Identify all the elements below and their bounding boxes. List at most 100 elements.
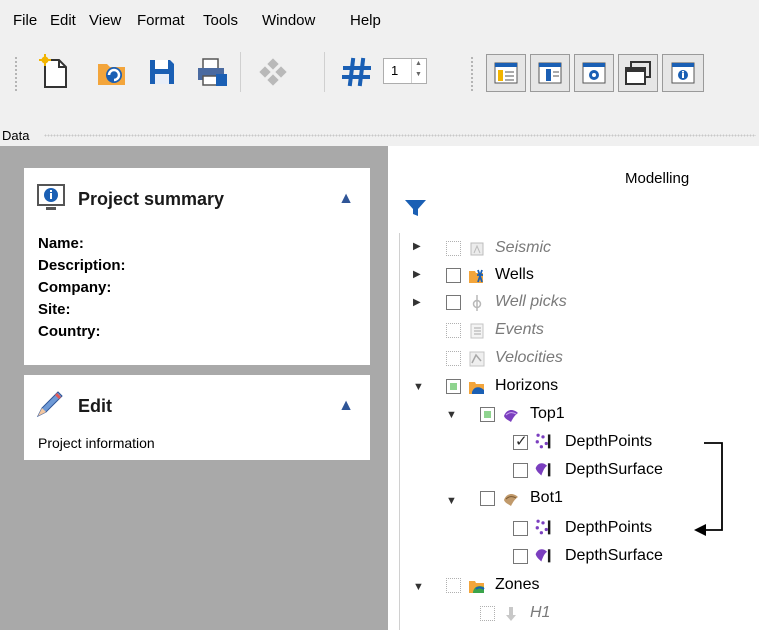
seismic-checkbox[interactable] [446, 241, 461, 256]
monitor-info-icon [37, 184, 65, 210]
zone-arrow-icon [506, 607, 516, 621]
zones-folder-icon [469, 581, 485, 593]
tree-item-bot1[interactable]: Bot1 [530, 489, 563, 507]
project-information-link[interactable]: Project information [38, 435, 155, 451]
view-windows-button[interactable] [618, 54, 658, 92]
well-picks-checkbox[interactable] [446, 295, 461, 310]
project-summary-card: Project summary ▲ Name: Description: Com… [24, 168, 370, 365]
top1-checkbox[interactable] [480, 407, 495, 422]
tree-border [399, 233, 400, 630]
tree-item-well-picks[interactable]: Well picks [495, 293, 567, 311]
dock-title-divider [44, 134, 756, 137]
tree-item-wells[interactable]: Wells [495, 266, 534, 284]
project-summary-title: Project summary [78, 189, 225, 209]
info-panel-icon [671, 62, 695, 84]
wells-checkbox[interactable] [446, 268, 461, 283]
plugin-icon[interactable] [252, 52, 292, 92]
print-icon[interactable] [192, 52, 232, 92]
horizons-folder-icon [469, 382, 484, 394]
expand-arrow-icon[interactable]: ▶ [413, 241, 421, 252]
collapse-arrow-icon[interactable]: ▼ [446, 495, 457, 507]
field-description-label: Description: [38, 257, 126, 274]
menu-format[interactable]: Format [137, 12, 185, 29]
tree-item-zones[interactable]: Zones [495, 576, 539, 594]
bot1-checkbox[interactable] [480, 491, 495, 506]
expand-arrow-icon[interactable]: ▶ [413, 269, 421, 280]
spin-up-icon[interactable]: ▲ [415, 60, 422, 67]
horizon-top1-icon [504, 409, 518, 422]
copy-annotation-arrow [694, 442, 723, 536]
events-checkbox[interactable] [446, 323, 461, 338]
settings-panel-icon [582, 62, 606, 84]
collapse-chevron-icon[interactable]: ▲ [338, 397, 354, 415]
collapse-chevron-icon[interactable]: ▲ [338, 190, 354, 208]
velocities-icon [469, 351, 485, 367]
toolbar-grip[interactable] [470, 56, 474, 92]
horizons-checkbox[interactable] [446, 379, 461, 394]
bot1-depthsurface-checkbox[interactable] [513, 549, 528, 564]
tree-item-top1-depthpoints[interactable]: DepthPoints [565, 433, 652, 451]
windows-icon [625, 61, 651, 85]
counter-value: 1 [391, 63, 399, 78]
tree-item-events[interactable]: Events [495, 321, 544, 339]
view-table-button[interactable] [530, 54, 570, 92]
save-icon[interactable] [142, 52, 182, 92]
menu-view[interactable]: View [89, 12, 121, 29]
tree-item-seismic[interactable]: Seismic [495, 239, 551, 257]
expand-arrow-icon[interactable]: ▶ [413, 297, 421, 308]
menu-file[interactable]: File [13, 12, 37, 29]
collapse-arrow-icon[interactable]: ▼ [446, 409, 457, 421]
view-settings-button[interactable] [574, 54, 614, 92]
field-company-label: Company: [38, 279, 112, 296]
tree-item-top1-depthsurface[interactable]: DepthSurface [565, 461, 663, 479]
counter-spinbox[interactable]: 1 ▲ ▼ [383, 58, 427, 84]
spinbox-arrows[interactable]: ▲ ▼ [411, 59, 426, 83]
open-file-icon[interactable] [92, 52, 132, 92]
top1-depthpoints-checkbox[interactable]: ✓ [513, 433, 528, 450]
tree-item-h1[interactable]: H1 [530, 604, 550, 622]
tree-item-horizons[interactable]: Horizons [495, 377, 558, 395]
toolbar-separator [324, 52, 325, 92]
depth-points-icon [535, 519, 551, 535]
hash-icon[interactable] [337, 52, 377, 92]
toolbar-separator [240, 52, 241, 92]
top1-depthsurface-checkbox[interactable] [513, 463, 528, 478]
field-name-label: Name: [38, 235, 84, 252]
events-icon [470, 323, 484, 339]
bot1-depthpoints-checkbox[interactable] [513, 521, 528, 536]
h1-checkbox[interactable] [480, 606, 495, 621]
depth-points-icon [535, 433, 551, 449]
well-picks-icon [472, 295, 482, 311]
dock-title: Data [2, 128, 30, 143]
horizon-bot1-icon [504, 493, 518, 506]
filter-icon[interactable] [404, 198, 428, 218]
seismic-icon [470, 242, 484, 256]
collapse-arrow-icon[interactable]: ▼ [413, 381, 424, 393]
wells-icon [469, 269, 483, 283]
toolbar-grip[interactable] [14, 56, 18, 92]
view-info-button[interactable] [662, 54, 704, 92]
menu-help[interactable]: Help [350, 12, 381, 29]
tree-item-bot1-depthpoints[interactable]: DepthPoints [565, 519, 652, 537]
tree-item-top1[interactable]: Top1 [530, 405, 565, 423]
edit-title: Edit [78, 396, 112, 416]
menu-window[interactable]: Window [262, 12, 315, 29]
menu-edit[interactable]: Edit [50, 12, 76, 29]
new-file-icon[interactable] [34, 52, 74, 92]
list-panel-icon [494, 62, 518, 84]
depth-surface-icon [535, 463, 551, 477]
menu-bar: File Edit View Format Tools Window Help [0, 0, 759, 40]
field-site-label: Site: [38, 301, 71, 318]
menu-tools[interactable]: Tools [203, 12, 238, 29]
modelling-label: Modelling [625, 170, 690, 187]
pencil-icon [36, 391, 63, 418]
view-list-button[interactable] [486, 54, 526, 92]
spin-down-icon[interactable]: ▼ [415, 71, 422, 78]
tree-item-bot1-depthsurface[interactable]: DepthSurface [565, 547, 663, 565]
edit-card: Edit ▲ Project information [24, 375, 370, 460]
tree-item-velocities[interactable]: Velocities [495, 349, 563, 367]
velocities-checkbox[interactable] [446, 351, 461, 366]
depth-surface-icon [535, 549, 551, 563]
zones-checkbox[interactable] [446, 578, 461, 593]
collapse-arrow-icon[interactable]: ▼ [413, 581, 424, 593]
